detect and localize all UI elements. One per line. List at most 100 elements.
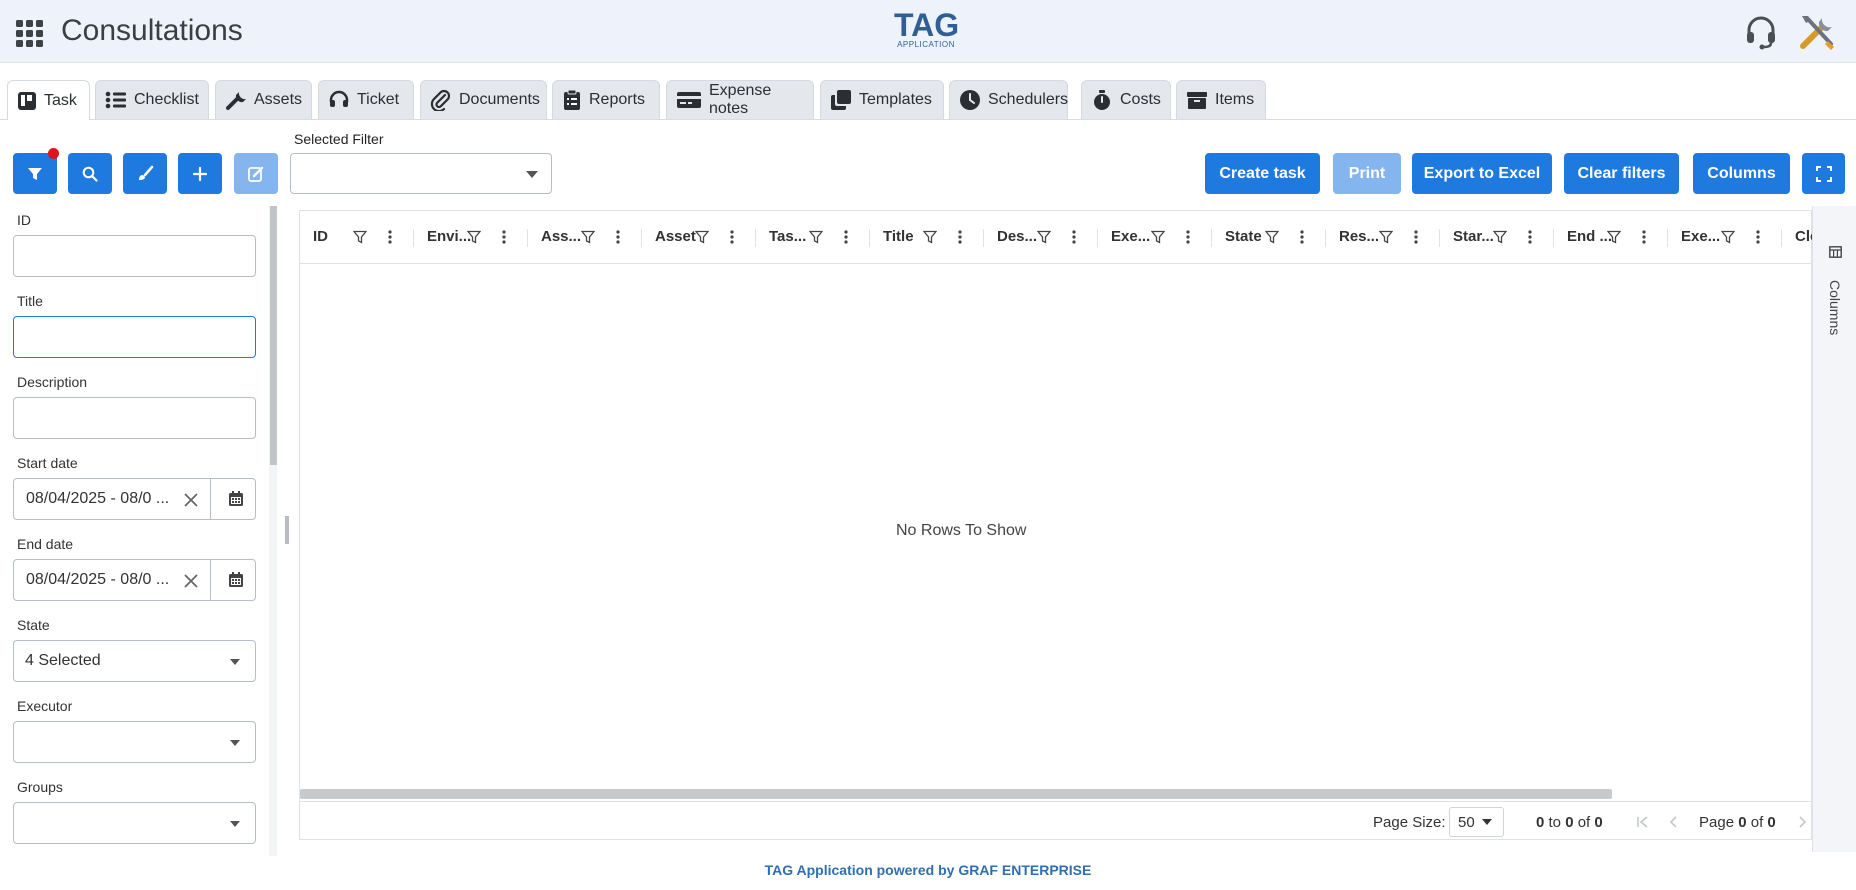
side-columns-tab[interactable]: Columns [1813, 234, 1856, 354]
next-page-icon[interactable] [1795, 815, 1809, 829]
column-filter-icon[interactable] [467, 230, 481, 244]
edit-button[interactable] [234, 153, 278, 194]
column-header[interactable]: Title [870, 211, 984, 263]
fullscreen-button[interactable] [1802, 153, 1845, 194]
start-date-field[interactable]: 08/04/2025 - 08/0 ... [13, 478, 256, 520]
column-menu-icon[interactable] [615, 229, 621, 245]
column-filter-icon[interactable] [1037, 230, 1051, 244]
filter-toggle-button[interactable] [13, 153, 57, 194]
column-header[interactable]: Clos [1782, 211, 1812, 263]
tab-label: Documents [459, 91, 540, 108]
support-headset-icon[interactable] [1744, 14, 1778, 50]
calendar-icon[interactable] [227, 571, 245, 589]
tab-costs[interactable]: Costs [1081, 80, 1171, 119]
search-button[interactable] [68, 153, 112, 194]
id-label: ID [17, 212, 31, 228]
close-icon[interactable] [182, 491, 200, 509]
column-menu-icon[interactable] [729, 229, 735, 245]
column-filter-icon[interactable] [923, 230, 937, 244]
tab-label: Templates [859, 91, 932, 108]
column-header[interactable]: End ... [1554, 211, 1668, 263]
column-filter-icon[interactable] [809, 230, 823, 244]
id-field[interactable] [13, 235, 256, 277]
column-menu-icon[interactable] [1755, 229, 1761, 245]
clear-brush-button[interactable] [123, 153, 167, 194]
column-header[interactable]: Exe... [1098, 211, 1212, 263]
print-button[interactable]: Print [1333, 153, 1401, 194]
end-date-field[interactable]: 08/04/2025 - 08/0 ... [13, 559, 256, 601]
fullscreen-icon [1815, 165, 1832, 182]
column-filter-icon[interactable] [1379, 230, 1393, 244]
column-header[interactable]: Envi... [414, 211, 528, 263]
column-header[interactable]: Des... [984, 211, 1098, 263]
columns-button[interactable]: Columns [1693, 153, 1790, 194]
column-menu-icon[interactable] [1071, 229, 1077, 245]
tab-label: Ticket [357, 91, 400, 108]
tab-bar: Task Checklist Assets Ticket Documents R… [0, 63, 1856, 120]
headset-icon [329, 90, 349, 107]
filter-icon [28, 167, 42, 180]
close-icon[interactable] [182, 572, 200, 590]
tools-icon[interactable] [1797, 12, 1837, 52]
filter-panel-scroll-thumb[interactable] [270, 206, 277, 465]
divider [210, 560, 211, 600]
selected-filter-select[interactable] [290, 153, 552, 194]
column-menu-icon[interactable] [957, 229, 963, 245]
create-task-button[interactable]: Create task [1205, 153, 1320, 194]
tab-assets[interactable]: Assets [215, 80, 312, 119]
tab-schedulers[interactable]: Schedulers [949, 80, 1068, 119]
column-menu-icon[interactable] [1413, 229, 1419, 245]
add-button[interactable] [178, 153, 222, 194]
column-filter-icon[interactable] [1151, 230, 1165, 244]
column-header[interactable]: Star... [1440, 211, 1554, 263]
column-header[interactable]: ID [300, 211, 414, 263]
apps-grid-icon[interactable] [16, 20, 44, 48]
export-excel-button[interactable]: Export to Excel [1412, 153, 1552, 194]
column-filter-icon[interactable] [1493, 230, 1507, 244]
row-from: 0 [1536, 814, 1545, 831]
tab-reports[interactable]: Reports [552, 80, 660, 119]
tab-documents[interactable]: Documents [420, 80, 547, 119]
groups-select[interactable] [13, 802, 256, 844]
column-menu-icon[interactable] [1527, 229, 1533, 245]
column-header[interactable]: Exe... [1668, 211, 1782, 263]
column-filter-icon[interactable] [1265, 230, 1279, 244]
page-size-select[interactable]: 50 [1449, 807, 1504, 837]
column-menu-icon[interactable] [1641, 229, 1647, 245]
column-filter-icon[interactable] [353, 230, 367, 244]
column-header[interactable]: Tas... [756, 211, 870, 263]
tab-expense-notes[interactable]: Expense notes [666, 80, 814, 119]
column-header[interactable]: Ass... [528, 211, 642, 263]
executor-select[interactable] [13, 721, 256, 763]
column-menu-icon[interactable] [387, 229, 393, 245]
column-menu-icon[interactable] [1185, 229, 1191, 245]
previous-page-icon[interactable] [1667, 815, 1681, 829]
column-menu-icon[interactable] [501, 229, 507, 245]
clear-filters-button[interactable]: Clear filters [1564, 153, 1679, 194]
column-menu-icon[interactable] [843, 229, 849, 245]
panel-resize-handle[interactable] [285, 516, 289, 544]
tag-logo: TAG APPLICATION [894, 9, 959, 56]
column-filter-icon[interactable] [1607, 230, 1621, 244]
start-date-value: 08/04/2025 - 08/0 ... [26, 490, 170, 507]
column-header[interactable]: Res... [1326, 211, 1440, 263]
description-field[interactable] [13, 397, 256, 439]
column-filter-icon[interactable] [581, 230, 595, 244]
side-columns-label: Columns [1827, 280, 1843, 336]
column-header[interactable]: State [1212, 211, 1326, 263]
tab-items[interactable]: Items [1176, 80, 1266, 119]
tab-task[interactable]: Task [7, 80, 90, 120]
state-select[interactable]: 4 Selected [13, 640, 256, 682]
calendar-icon[interactable] [227, 490, 245, 508]
column-menu-icon[interactable] [1299, 229, 1305, 245]
column-header[interactable]: Asset [642, 211, 756, 263]
title-field[interactable] [13, 316, 256, 358]
tab-checklist[interactable]: Checklist [95, 80, 209, 119]
tab-templates[interactable]: Templates [820, 80, 944, 119]
tab-ticket[interactable]: Ticket [318, 80, 414, 119]
column-filter-icon[interactable] [1721, 230, 1735, 244]
grid-horizontal-scrollbar[interactable] [300, 789, 1612, 799]
page-word: Page [1699, 814, 1735, 831]
first-page-icon[interactable] [1636, 815, 1650, 829]
column-filter-icon[interactable] [695, 230, 709, 244]
